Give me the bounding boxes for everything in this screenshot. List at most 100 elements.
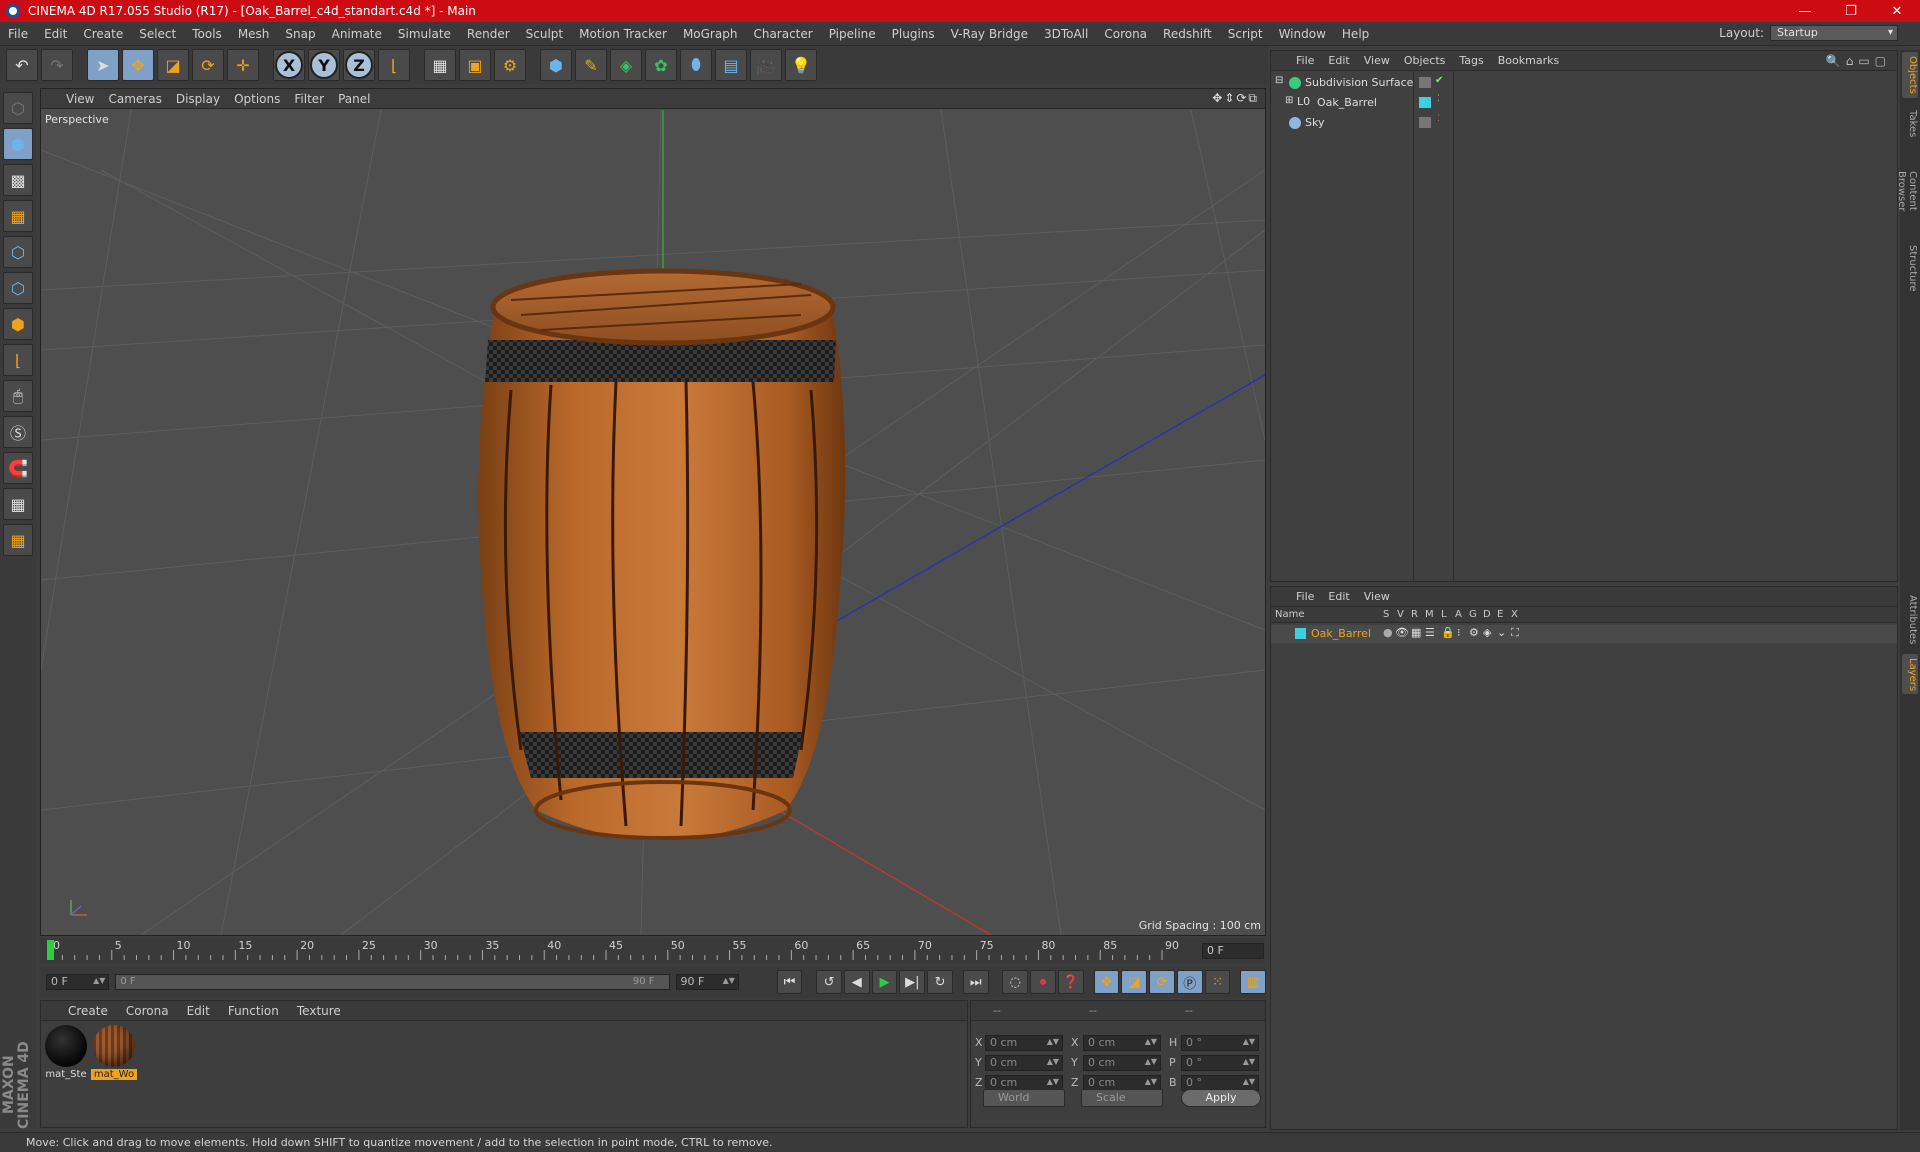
spinner-icon[interactable]: ▲▼	[1243, 1075, 1255, 1089]
coordinate-mode-dropdown[interactable]: World	[983, 1089, 1065, 1107]
tab-objects[interactable]: Objects	[1902, 52, 1918, 98]
menu-vray-bridge[interactable]: V-Ray Bridge	[943, 27, 1036, 41]
key-rotation-icon[interactable]: ⟳	[1149, 970, 1175, 994]
z-axis-lock-icon[interactable]: Z	[343, 49, 375, 81]
menu-simulate[interactable]: Simulate	[390, 27, 459, 41]
size-y-field[interactable]: 0 cm ▲▼	[1083, 1055, 1161, 1071]
subdivision-nurbs-icon[interactable]: ◈	[610, 49, 642, 81]
deformer-toggle-icon[interactable]: ◈	[1483, 626, 1491, 639]
generator-toggle-icon[interactable]: ⚙	[1469, 626, 1479, 639]
autokey-record-icon[interactable]: ⏺	[1030, 970, 1056, 994]
xref-toggle-icon[interactable]: ⛶	[1511, 626, 1519, 640]
col-locked[interactable]: L	[1441, 609, 1447, 620]
col-view[interactable]: V	[1397, 609, 1404, 620]
rotation-h-field[interactable]: 0 ° ▲▼	[1181, 1035, 1259, 1051]
spinner-icon[interactable]: ▲▼	[1047, 1075, 1059, 1089]
next-key-icon[interactable]: ↻	[927, 970, 953, 994]
keyframe-selection-icon[interactable]: ❓	[1057, 970, 1084, 994]
spinner-icon[interactable]: ▲▼	[1243, 1055, 1255, 1069]
camera-icon[interactable]: 🎥	[750, 49, 782, 81]
spinner-icon[interactable]: ▲▼	[1243, 1035, 1255, 1049]
playhead-marker[interactable]	[47, 940, 54, 960]
play-forward-icon[interactable]: ▶	[871, 970, 898, 994]
position-y-field[interactable]: 0 cm ▲▼	[985, 1055, 1063, 1071]
vp-menu-view[interactable]: View	[59, 92, 101, 106]
rotation-p-field[interactable]: 0 ° ▲▼	[1181, 1055, 1259, 1071]
menu-animate[interactable]: Animate	[324, 27, 390, 41]
animation-toggle-icon[interactable]: ⁝	[1457, 626, 1461, 639]
menu-window[interactable]: Window	[1271, 27, 1334, 41]
obj-menu-tags[interactable]: Tags	[1452, 54, 1490, 67]
edges-mode-icon[interactable]: ⬡	[3, 272, 33, 304]
scale-tool-icon[interactable]: ◪	[157, 49, 189, 81]
spinner-icon[interactable]: ▲▼	[1145, 1035, 1157, 1049]
layer-color-icon[interactable]	[1295, 628, 1306, 639]
previous-key-icon[interactable]: ↺	[816, 970, 842, 994]
next-frame-icon[interactable]: ▶|	[899, 970, 926, 994]
minimize-button[interactable]: —	[1782, 0, 1828, 22]
tab-content-browser[interactable]: Content Browser	[1896, 146, 1918, 236]
visibility-dots-icon[interactable]: ⁚	[1437, 114, 1440, 124]
col-name[interactable]: Name	[1275, 609, 1305, 620]
layer-row-oak-barrel[interactable]: Oak_Barrel ● 👁 ▦ ☰ 🔒 ⁝ ⚙ ◈ ⌄ ⛶	[1271, 625, 1897, 643]
col-generators[interactable]: G	[1469, 609, 1477, 620]
expression-toggle-icon[interactable]: ⌄	[1497, 626, 1506, 639]
render-picture-viewer-icon[interactable]: ▣	[459, 49, 491, 81]
undo-icon[interactable]: ↶	[6, 49, 38, 81]
expand-toggle-icon[interactable]: ⊞	[1285, 95, 1293, 106]
mat-menu-create[interactable]: Create	[59, 1004, 117, 1018]
render-toggle-icon[interactable]: ▦	[1411, 626, 1421, 639]
planar-workplane-icon[interactable]: ▦	[3, 524, 33, 556]
solo-toggle-icon[interactable]: ●	[1383, 626, 1393, 639]
col-animation[interactable]: A	[1455, 609, 1462, 620]
start-frame-field[interactable]: 0 F ▲▼	[46, 974, 110, 990]
mat-menu-edit[interactable]: Edit	[178, 1004, 219, 1018]
layer-menu-file[interactable]: File	[1289, 590, 1321, 603]
col-xref[interactable]: X	[1511, 609, 1518, 620]
make-editable-icon[interactable]: ⬡	[3, 92, 33, 124]
mat-menu-texture[interactable]: Texture	[288, 1004, 350, 1018]
menu-3dtoall[interactable]: 3DToAll	[1036, 27, 1096, 41]
rotate-tool-icon[interactable]: ⟳	[192, 49, 224, 81]
menu-render[interactable]: Render	[459, 27, 518, 41]
menu-tools[interactable]: Tools	[184, 27, 230, 41]
mat-menu-function[interactable]: Function	[219, 1004, 288, 1018]
spinner-icon[interactable]: ▲▼	[93, 974, 105, 988]
object-row-subdivision-surface[interactable]: ⊟ Subdivision Surface ✔	[1271, 73, 1897, 93]
menu-character[interactable]: Character	[745, 27, 820, 41]
menu-help[interactable]: Help	[1334, 27, 1377, 41]
go-to-start-icon[interactable]: ⏮	[776, 970, 803, 994]
menu-corona[interactable]: Corona	[1096, 27, 1155, 41]
obj-menu-view[interactable]: View	[1357, 54, 1397, 67]
x-axis-lock-icon[interactable]: X	[273, 49, 305, 81]
move-tool-icon[interactable]: ✥	[122, 49, 154, 81]
size-x-field[interactable]: 0 cm ▲▼	[1083, 1035, 1161, 1051]
layer-tag-icon[interactable]	[1419, 77, 1431, 88]
previous-frame-icon[interactable]: ◀	[843, 970, 870, 994]
workplane-lock-icon[interactable]: ▦	[3, 488, 33, 520]
menu-redshift[interactable]: Redshift	[1155, 27, 1220, 41]
light-bulb-icon[interactable]: 💡	[785, 49, 817, 81]
3d-viewport-canvas[interactable]: Perspective Grid Spacing : 100 cm	[41, 110, 1265, 935]
collapse-toggle-icon[interactable]: ⊟	[1275, 75, 1283, 86]
vp-menu-options[interactable]: Options	[227, 92, 287, 106]
spinner-icon[interactable]: ▲▼	[1145, 1055, 1157, 1069]
points-mode-icon[interactable]: ⬡	[3, 236, 33, 268]
view-toggle-icon[interactable]: 👁	[1395, 626, 1409, 639]
axis-mode-icon[interactable]: ⌊	[3, 344, 33, 376]
manager-toggle-icon[interactable]: ☰	[1425, 626, 1435, 639]
end-frame-field[interactable]: 90 F ▲▼	[675, 974, 739, 990]
go-to-end-icon[interactable]: ⏭	[962, 970, 989, 994]
workplane-mode-icon[interactable]: ▦	[3, 200, 33, 232]
position-x-field[interactable]: 0 cm ▲▼	[985, 1035, 1063, 1051]
restore-button[interactable]: ❐	[1828, 0, 1874, 22]
render-view-icon[interactable]: ▦	[424, 49, 456, 81]
tweak-mode-icon[interactable]: 🖱	[3, 380, 33, 412]
coordinate-system-icon[interactable]: ⌊	[378, 49, 410, 81]
key-position-icon[interactable]: ✥	[1093, 970, 1120, 994]
obj-menu-bookmarks[interactable]: Bookmarks	[1491, 54, 1566, 67]
col-deformers[interactable]: D	[1483, 609, 1491, 620]
solo-mode-icon[interactable]: Ⓢ	[3, 416, 33, 448]
layer-color-icon[interactable]	[1419, 97, 1431, 108]
vp-menu-cameras[interactable]: Cameras	[101, 92, 168, 106]
